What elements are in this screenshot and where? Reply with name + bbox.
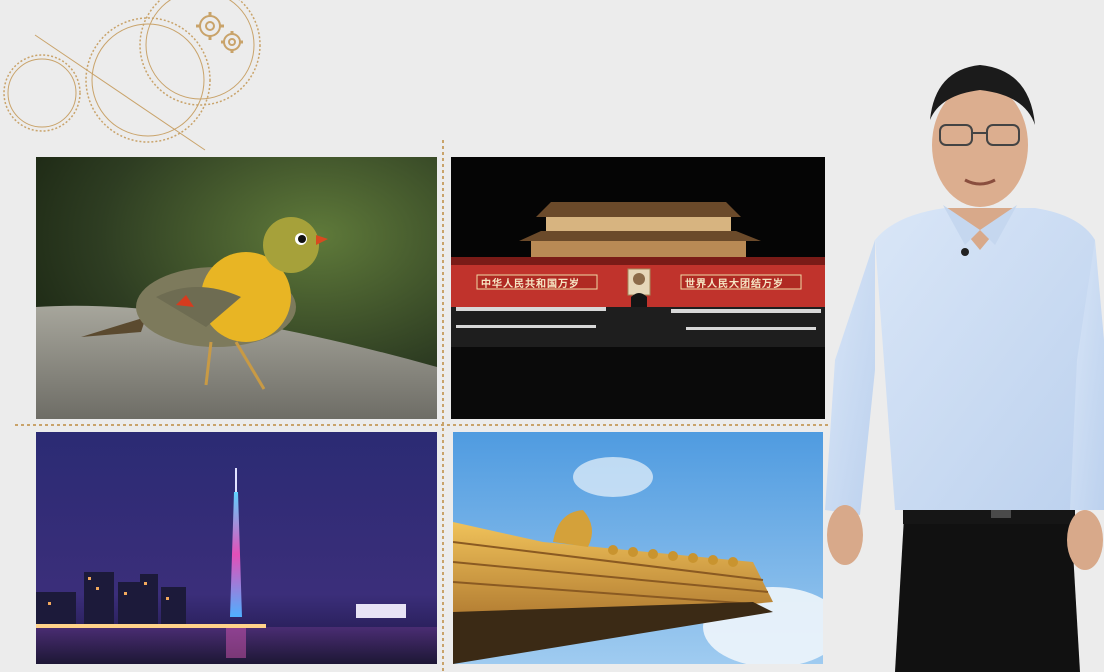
banner-right-text: 世界人民大团结万岁 — [685, 279, 784, 290]
canton-tower-photo — [36, 432, 437, 664]
tiananmen-photo: 中华人民共和国万岁 世界人民大团结万岁 — [451, 157, 825, 419]
presenter-figure — [825, 65, 1104, 672]
banner-left-text: 中华人民共和国万岁 — [481, 279, 580, 290]
palace-roof-photo — [453, 432, 823, 664]
bird-photo — [36, 157, 437, 419]
